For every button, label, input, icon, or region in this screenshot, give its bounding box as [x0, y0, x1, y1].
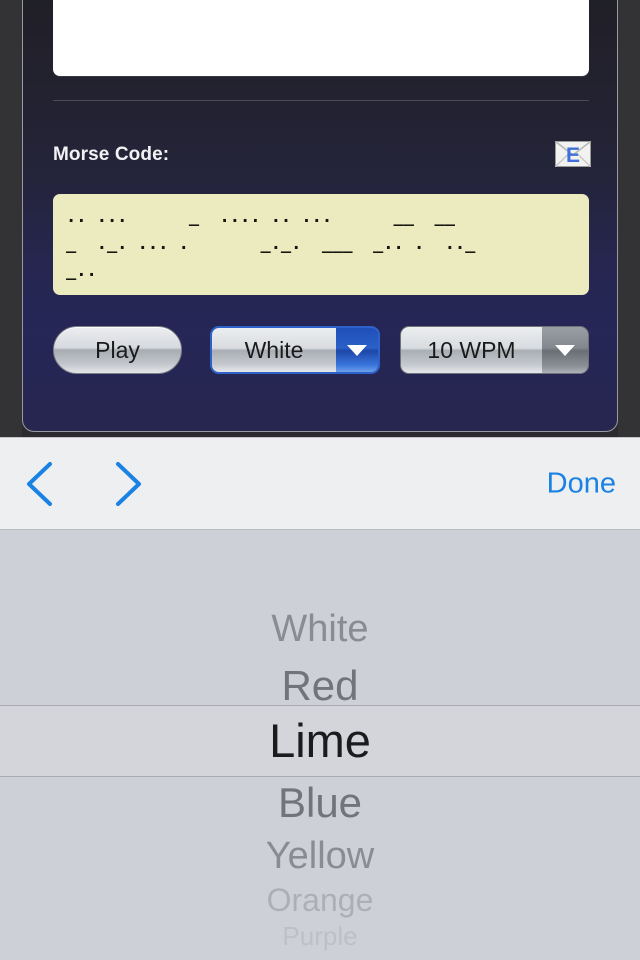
color-select-value: White: [212, 328, 336, 372]
app-frame-right-edge: [618, 0, 640, 437]
decoded-text-field[interactable]: [53, 0, 589, 76]
chevron-down-icon[interactable]: [336, 328, 378, 372]
picker-option-orange[interactable]: Orange: [0, 882, 640, 919]
morse-translator-panel: Morse Code: E .. ... _ .... .. ... __ __…: [22, 0, 618, 432]
morse-code-output-box[interactable]: .. ... _ .... .. ... __ __ _ ._. ... . _…: [53, 194, 589, 295]
speed-select-value: 10 WPM: [401, 327, 542, 373]
app-screen-area: Morse Code: E .. ... _ .... .. ... __ __…: [0, 0, 640, 437]
controls-row: Play White 10 WPM: [53, 326, 589, 376]
play-button-label: Play: [95, 336, 140, 363]
morse-code-label: Morse Code:: [53, 144, 170, 165]
picker-option-yellow[interactable]: Yellow: [0, 835, 640, 878]
morse-line-2: _ ._. ... . _._. ___ _.. . .._: [66, 234, 476, 254]
picker-option-red[interactable]: Red: [0, 662, 640, 710]
picker-option-blue[interactable]: Blue: [0, 779, 640, 827]
svg-text:E: E: [566, 144, 580, 167]
morse-line-1: .. ... _ .... .. ... __ __: [66, 207, 455, 227]
speed-select-dropdown[interactable]: 10 WPM: [400, 326, 589, 374]
picker-option-lime[interactable]: Lime: [0, 713, 640, 768]
app-frame-left-edge: [0, 0, 22, 437]
mail-envelope-icon[interactable]: E: [555, 140, 591, 168]
chevron-right-icon[interactable]: [104, 456, 150, 512]
play-button[interactable]: Play: [53, 326, 182, 374]
done-button[interactable]: Done: [547, 467, 616, 500]
picker-option-white[interactable]: White: [0, 608, 640, 651]
morse-line-3: _..: [66, 261, 97, 281]
picker-option-purple[interactable]: Purple: [0, 921, 640, 952]
input-accessory-toolbar: Done: [0, 437, 640, 530]
color-select-dropdown[interactable]: White: [210, 326, 380, 374]
color-picker-wheel[interactable]: White Red Lime Blue Yellow Orange Purple: [0, 530, 640, 960]
chevron-left-icon[interactable]: [20, 456, 66, 512]
section-divider: [53, 100, 589, 101]
chevron-down-icon[interactable]: [542, 327, 588, 373]
